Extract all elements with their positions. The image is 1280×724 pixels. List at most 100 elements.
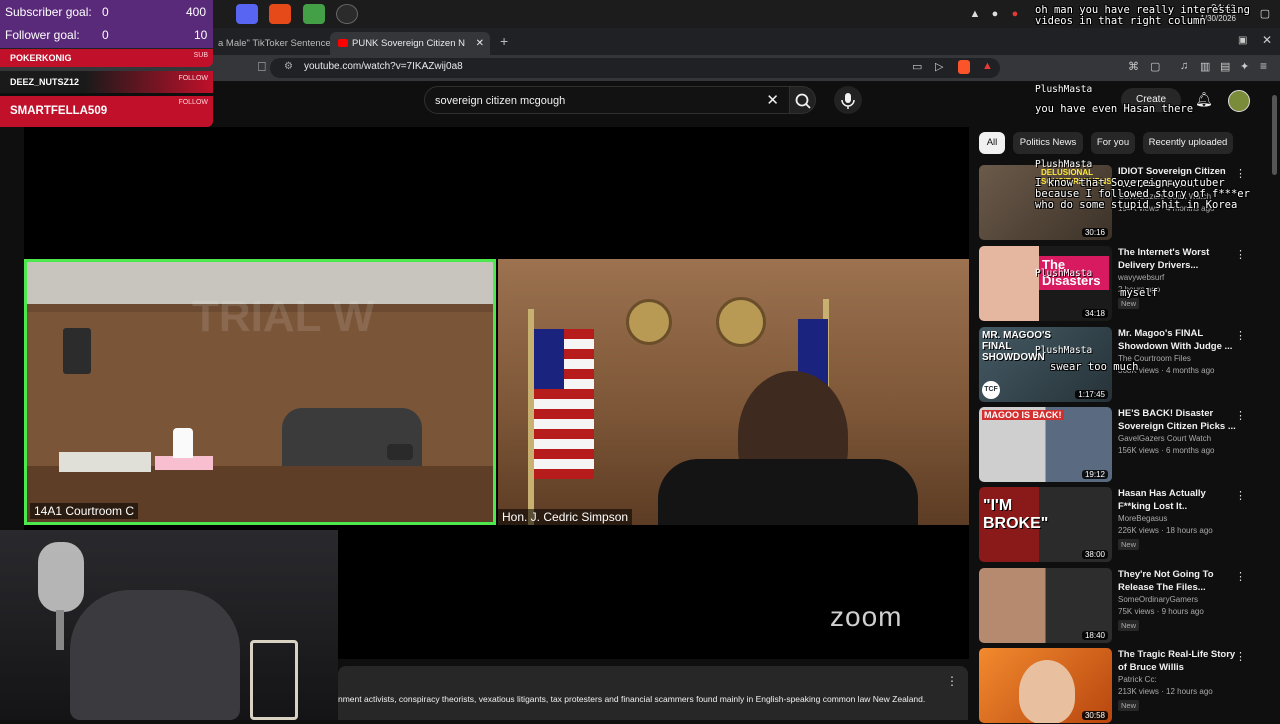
clear-search-icon[interactable]: ✕ <box>766 91 779 109</box>
discord-tray-icon[interactable]: ● <box>988 7 1002 21</box>
video-duration: 38:00 <box>1081 550 1108 559</box>
channel-name[interactable]: MoreBegasus <box>1118 514 1167 523</box>
screenshot-icon[interactable]: ▢ <box>1150 60 1160 73</box>
video-title[interactable]: Mr. Magoo's FINAL Showdown With Judge ..… <box>1118 327 1238 353</box>
layers-app-icon[interactable] <box>303 4 325 24</box>
browser-tab[interactable]: a Male" TikToker Sentence <box>210 32 330 55</box>
chip-label: For you <box>1096 137 1130 148</box>
new-tab-icon[interactable]: + <box>500 33 508 49</box>
chat-message: swear too much <box>1050 361 1139 373</box>
more-options-icon[interactable]: ⋮ <box>1235 650 1246 663</box>
voice-search-button[interactable] <box>834 86 862 114</box>
thumbnail-face <box>1019 660 1075 723</box>
video-description[interactable]: nment activists, conspiracy theorists, v… <box>338 666 968 720</box>
recommendation-item[interactable]: 18:40 They're Not Going To Release The F… <box>979 568 1269 644</box>
site-info-icon[interactable]: ⚙ <box>284 61 293 72</box>
tissue <box>173 428 193 458</box>
channel-logo-icon: TCF <box>982 381 1000 399</box>
video-title[interactable]: The Internet's Worst Delivery Drivers... <box>1118 246 1238 272</box>
video-duration: 30:16 <box>1081 228 1108 237</box>
alert-type: SUB <box>193 52 208 59</box>
youtube-favicon-icon <box>338 39 348 47</box>
more-options-icon[interactable]: ⋮ <box>1235 570 1246 583</box>
bookmark-icon[interactable]: ⎕ <box>258 59 266 75</box>
chat-username-text: PlushMasta <box>1035 84 1093 95</box>
search-button[interactable] <box>790 86 816 114</box>
url-field[interactable]: ⚙ youtube.com/watch?v=7IKAZwij0a8 <box>270 58 1000 78</box>
court-seal <box>626 299 672 345</box>
channel-name[interactable]: wavywebsurf <box>1118 273 1164 282</box>
recommendation-item[interactable]: The Disasters 34:18 The Internet's Worst… <box>979 246 1269 322</box>
video-meta: 213K views · 12 hours ago <box>1118 687 1213 696</box>
follower-goal-target: 10 <box>194 28 208 42</box>
more-actions-icon[interactable]: ⋮ <box>946 674 958 688</box>
video-title[interactable]: They're Not Going To Release The Files..… <box>1118 568 1238 594</box>
video-duration: 18:40 <box>1081 631 1108 640</box>
more-options-icon[interactable]: ⋮ <box>1235 409 1246 422</box>
thumbnail-text: MAGOO IS BACK! <box>982 410 1064 420</box>
video-title[interactable]: Hasan Has Actually F**king Lost It.. <box>1118 487 1238 513</box>
description-text: nment activists, conspiracy theorists, v… <box>338 694 926 704</box>
tray-icon[interactable]: ● <box>1008 7 1022 21</box>
video-duration: 34:18 <box>1081 309 1108 318</box>
chat-username: PlushMasta <box>1035 345 1092 356</box>
event-alert: DEEZ_NUTSZ12 FOLLOW <box>0 71 213 93</box>
recommendation-item[interactable]: MAGOO IS BACK! 19:12 HE'S BACK! Disaster… <box>979 407 1269 483</box>
alert-username: DEEZ_NUTSZ12 <box>10 77 80 87</box>
wall-speaker <box>63 328 91 374</box>
chip-label: All <box>986 137 998 148</box>
show-desktop-icon[interactable]: ▢ <box>1258 7 1272 21</box>
video-thumbnail[interactable]: MAGOO IS BACK! 19:12 <box>979 407 1112 482</box>
video-thumbnail[interactable]: 18:40 <box>979 568 1112 643</box>
video-thumbnail[interactable]: 30:58 <box>979 648 1112 723</box>
video-meta: 226K views · 18 hours ago <box>1118 526 1213 535</box>
browser-tab-active[interactable]: PUNK Sovereign Citizen N ✕ <box>330 32 490 55</box>
obs-app-icon[interactable] <box>336 4 358 24</box>
discord-app-icon[interactable] <box>236 4 258 24</box>
video-thumbnail[interactable]: "I'M BROKE" 38:00 <box>979 487 1112 562</box>
video-title[interactable]: HE'S BACK! Disaster Sovereign Citizen Pi… <box>1118 407 1238 433</box>
sidebar-toggle-icon[interactable]: ▥ <box>1200 60 1210 73</box>
music-icon[interactable]: ♫ <box>1180 60 1188 72</box>
cast-icon[interactable]: ▭ <box>912 60 922 73</box>
extensions-icon[interactable]: ⌘ <box>1128 60 1139 73</box>
subscriber-goal-label: Subscriber goal: <box>5 5 92 19</box>
chip-politics-news[interactable]: Politics News <box>1013 132 1083 154</box>
wallet-icon[interactable]: ▤ <box>1220 60 1230 73</box>
microphone-icon <box>841 93 855 109</box>
menu-icon[interactable]: ≡ <box>1260 59 1267 73</box>
leo-icon[interactable]: ✦ <box>1240 60 1249 73</box>
channel-name[interactable]: Patrick Cc: <box>1118 675 1157 684</box>
recommendation-item[interactable]: 30:58 The Tragic Real-Life Story of Bruc… <box>979 648 1269 724</box>
video-meta: 156K views · 6 months ago <box>1118 446 1215 455</box>
paper-stack <box>59 452 151 472</box>
more-options-icon[interactable]: ⋮ <box>1235 248 1246 261</box>
stream-goals-widget: Subscriber goal: 0 400 Follower goal: 0 … <box>0 0 213 48</box>
more-options-icon[interactable]: ⋮ <box>1235 329 1246 342</box>
chip-recently-uploaded[interactable]: Recently uploaded <box>1143 132 1233 154</box>
close-tab-icon[interactable]: ✕ <box>476 32 484 55</box>
more-options-icon[interactable]: ⋮ <box>1235 489 1246 502</box>
app-icon[interactable] <box>269 4 291 24</box>
close-window-icon[interactable]: ✕ <box>1262 33 1272 47</box>
recommendation-item[interactable]: "I'M BROKE" 38:00 Hasan Has Actually F**… <box>979 487 1269 563</box>
share-icon[interactable]: ▷ <box>935 60 943 73</box>
maximize-icon[interactable]: ▣ <box>1238 35 1247 46</box>
brave-shield-icon[interactable] <box>958 60 970 74</box>
channel-name[interactable]: GavelGazers Court Watch <box>1118 434 1211 443</box>
chip-all[interactable]: All <box>979 132 1005 154</box>
chip-for-you[interactable]: For you <box>1091 132 1135 154</box>
chair <box>282 408 422 474</box>
channel-name[interactable]: SomeOrdinaryGamers <box>1118 595 1198 604</box>
search-icon <box>795 93 811 109</box>
scrollbar[interactable] <box>1272 95 1277 175</box>
search-input[interactable]: sovereign citizen mcgough ✕ <box>424 86 790 114</box>
notification-icon[interactable]: ▲ <box>968 7 982 21</box>
rewards-icon[interactable]: ▲ <box>982 60 993 72</box>
alert-username: SMARTFELLA509 <box>10 105 108 117</box>
video-title[interactable]: The Tragic Real-Life Story of Bruce Will… <box>1118 648 1238 674</box>
video-thumbnail[interactable]: The Disasters 34:18 <box>979 246 1112 321</box>
tab-title: PUNK Sovereign Citizen N <box>352 38 465 49</box>
alert-type: FOLLOW <box>178 75 208 82</box>
search-query-text: sovereign citizen mcgough <box>435 95 566 107</box>
